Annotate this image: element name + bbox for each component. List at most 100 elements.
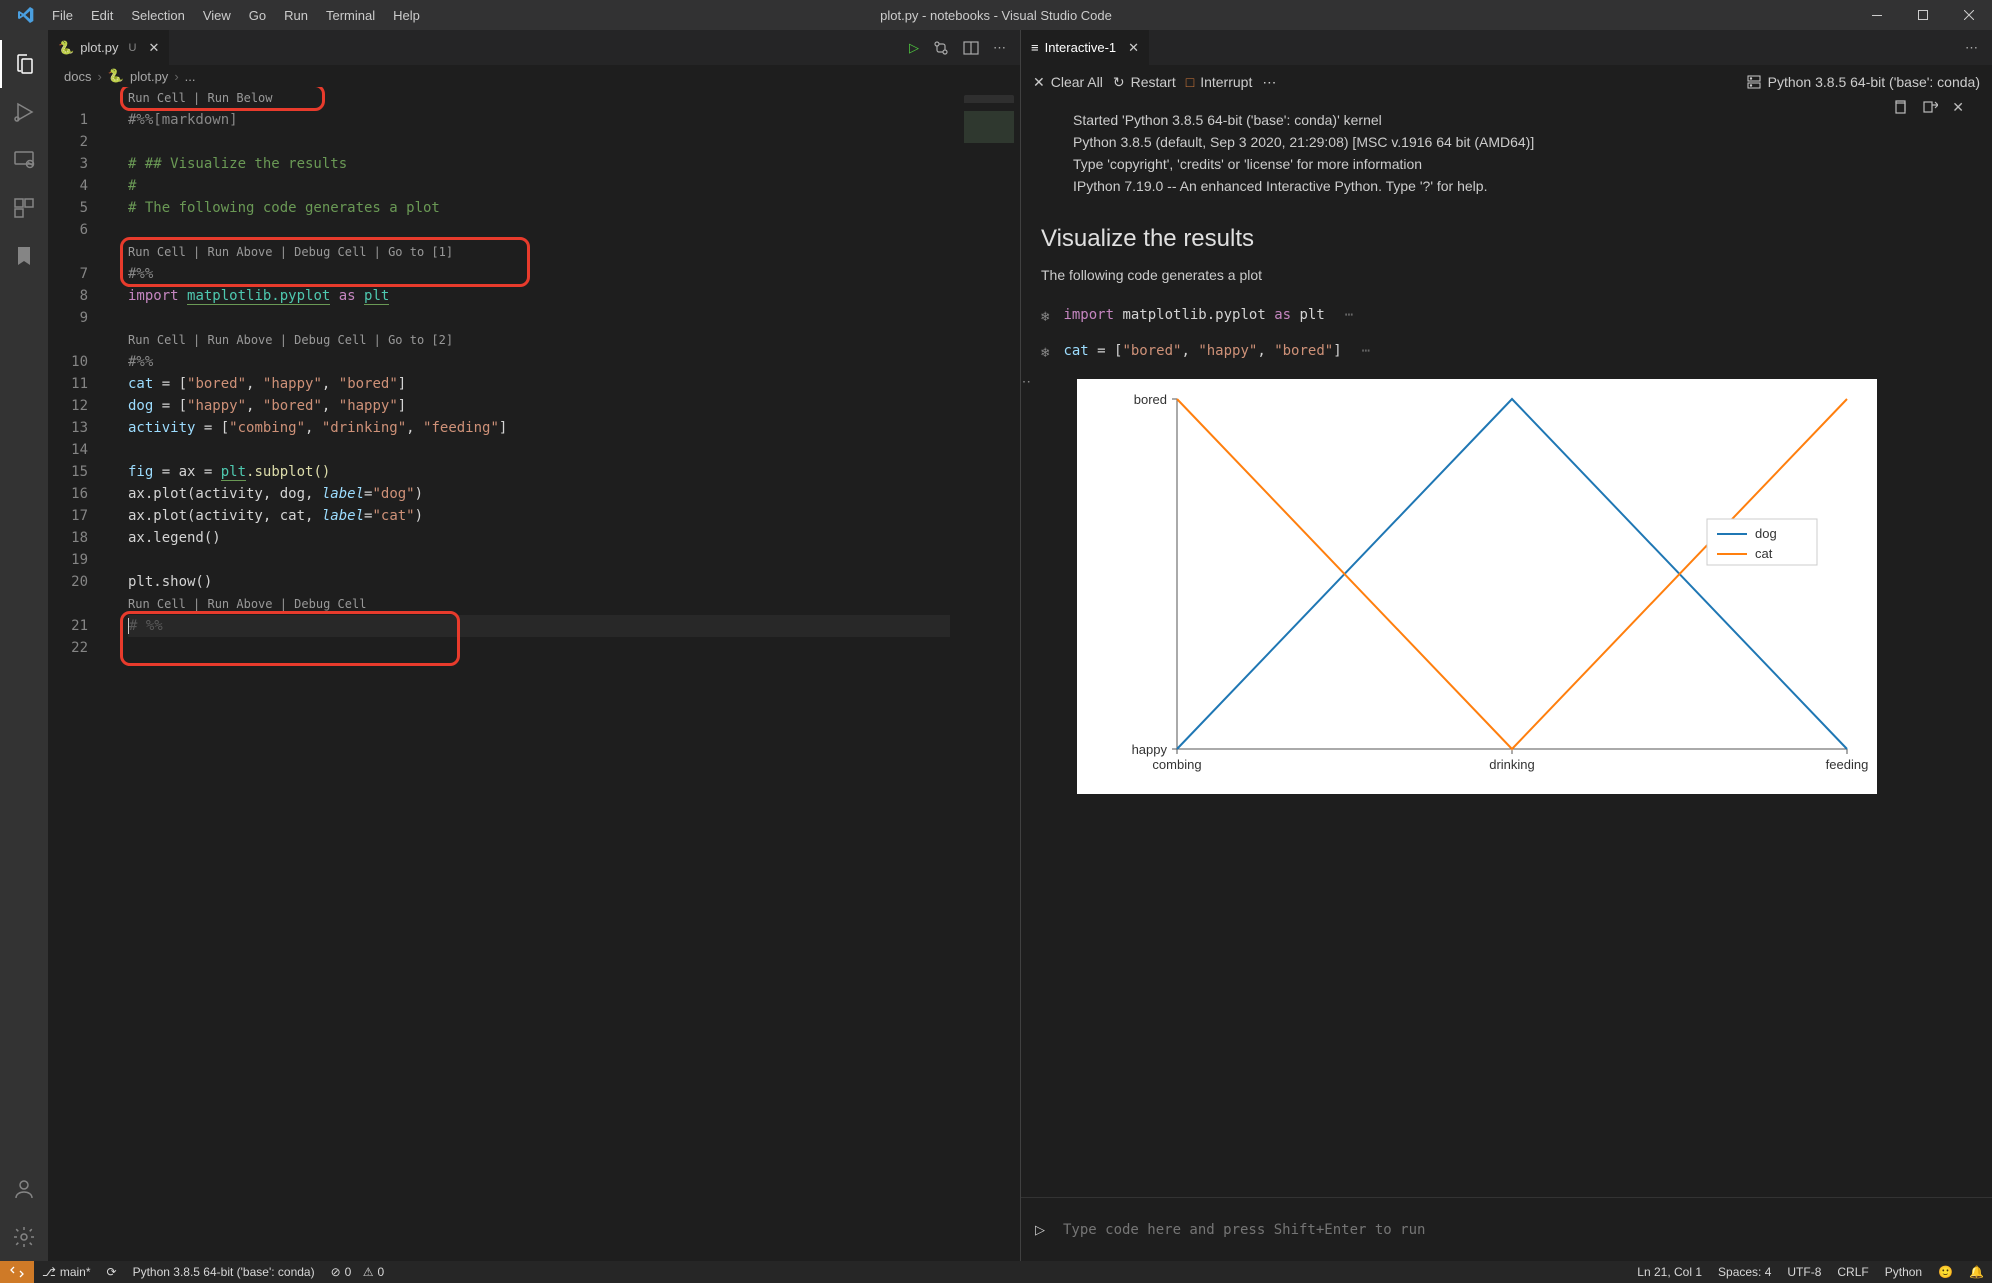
copy-icon[interactable] [1892,99,1908,116]
remote-indicator[interactable] [0,1261,34,1283]
minimize-button[interactable] [1854,0,1900,30]
codelens-run-cell-above-2[interactable]: Run Cell | Run Above | Debug Cell | Go t… [128,329,1020,351]
cursor-position[interactable]: Ln 21, Col 1 [1629,1265,1710,1279]
python-interpreter[interactable]: Python 3.8.5 64-bit ('base': conda) [125,1265,323,1279]
notifications-icon[interactable]: 🔔 [1961,1265,1992,1279]
code-cell-2: ❄ cat = ["bored", "happy", "bored"] ⋯ [1041,343,1972,361]
activity-bar [0,30,48,1261]
interactive-pane: ≡ Interactive-1 ✕ ⋯ ✕Clear All ↻Restart … [1020,30,1992,1261]
svg-text:combing: combing [1152,757,1201,772]
restart-button[interactable]: ↻Restart [1113,74,1176,91]
split-editor-icon[interactable] [963,40,979,56]
menu-view[interactable]: View [194,8,240,23]
compare-changes-icon[interactable] [933,40,949,56]
svg-text:feeding: feeding [1826,757,1869,772]
indentation[interactable]: Spaces: 4 [1710,1265,1779,1279]
close-button[interactable] [1946,0,1992,30]
close-icon[interactable]: ✕ [1952,99,1964,116]
more-actions-icon[interactable]: ⋯ [1965,40,1992,56]
cell-gear-icon[interactable]: ❄ [1041,345,1049,361]
window-title: plot.py - notebooks - Visual Studio Code [880,8,1112,23]
settings-gear-icon[interactable] [0,1213,48,1261]
sync-button[interactable]: ⟳ [99,1265,125,1279]
goto-icon[interactable] [1922,99,1938,116]
cell-more-icon[interactable]: ⋯ [1021,373,1033,390]
interactive-input-row: ▷ [1021,1197,1992,1261]
tab-modified-indicator: U [129,42,137,54]
encoding[interactable]: UTF-8 [1779,1265,1829,1279]
maximize-button[interactable] [1900,0,1946,30]
sync-icon: ⟳ [107,1265,117,1279]
minimap[interactable] [950,87,1020,1261]
code-cell-1: ❄ import matplotlib.pyplot as plt ⋯ [1041,307,1972,325]
menu-file[interactable]: File [43,8,82,23]
cell-gear-icon[interactable]: ❄ [1041,309,1049,325]
codelens-run-cell-above-3[interactable]: Run Cell | Run Above | Debug Cell [128,593,1020,615]
kernel-selector[interactable]: Python 3.8.5 64-bit ('base': conda) [1746,74,1980,90]
tab-label: Interactive-1 [1045,40,1117,55]
markdown-heading: Visualize the results [1041,225,1972,253]
more-icon[interactable]: ⋯ [1262,74,1276,91]
menu-edit[interactable]: Edit [82,8,122,23]
error-icon: ⊘ [331,1265,341,1279]
extensions-icon[interactable] [0,184,48,232]
tab-plot-py[interactable]: 🐍 plot.py U ✕ [48,30,169,65]
python-file-icon: 🐍 [58,40,74,56]
feedback-icon[interactable]: 🙂 [1930,1265,1961,1279]
plot-output: ⋯ boredhappycombingdrinkingfeedingdogcat [1041,379,1972,794]
tab-close-icon[interactable]: ✕ [1128,40,1139,56]
interactive-output[interactable]: ✕ Started 'Python 3.8.5 64-bit ('base': … [1021,99,1992,1197]
svg-text:dog: dog [1755,526,1777,541]
menu-bar: File Edit Selection View Go Run Terminal… [43,8,429,23]
run-debug-icon[interactable] [0,88,48,136]
tab-label: plot.py [80,40,118,55]
interrupt-button[interactable]: □Interrupt [1186,74,1253,90]
clear-all-button[interactable]: ✕Clear All [1033,74,1103,91]
breadcrumb-folder[interactable]: docs [64,69,91,84]
python-file-icon: 🐍 [108,68,124,84]
chevron-right-icon: › [97,69,101,84]
menu-help[interactable]: Help [384,8,429,23]
code-content[interactable]: Run Cell | Run Below #%%[markdown] # ## … [128,87,1020,659]
ellipsis-icon[interactable]: ⋯ [1362,343,1372,359]
menu-run[interactable]: Run [275,8,317,23]
run-input-icon[interactable]: ▷ [1035,1222,1045,1238]
interactive-icon: ≡ [1031,40,1039,55]
menu-go[interactable]: Go [240,8,275,23]
git-branch[interactable]: ⎇main* [34,1265,99,1279]
problems[interactable]: ⊘0 ⚠0 [323,1265,393,1279]
svg-text:bored: bored [1134,392,1167,407]
stop-icon: □ [1186,74,1194,90]
svg-text:drinking: drinking [1489,757,1535,772]
run-icon[interactable]: ▷ [909,40,919,56]
menu-terminal[interactable]: Terminal [317,8,384,23]
svg-text:cat: cat [1755,546,1773,561]
editor-tabs: 🐍 plot.py U ✕ ▷ ⋯ [48,30,1020,65]
explorer-icon[interactable] [0,40,48,88]
bookmark-icon[interactable] [0,232,48,280]
status-bar: ⎇main* ⟳ Python 3.8.5 64-bit ('base': co… [0,1261,1992,1283]
restart-icon: ↻ [1113,74,1125,91]
chevron-right-icon: › [174,69,178,84]
close-icon: ✕ [1033,74,1045,91]
eol[interactable]: CRLF [1829,1265,1876,1279]
codelens-run-cell-below[interactable]: Run Cell | Run Below [128,87,1020,109]
language-mode[interactable]: Python [1877,1265,1930,1279]
codelens-run-cell-above-1[interactable]: Run Cell | Run Above | Debug Cell | Go t… [128,241,1020,263]
interactive-toolbar: ✕Clear All ↻Restart □Interrupt ⋯ Python … [1021,65,1992,99]
breadcrumb-more[interactable]: ... [185,69,196,84]
breadcrumb-file[interactable]: plot.py [130,69,168,84]
account-icon[interactable] [0,1165,48,1213]
svg-text:happy: happy [1132,742,1168,757]
more-actions-icon[interactable]: ⋯ [993,40,1006,56]
tab-close-icon[interactable]: ✕ [148,40,159,56]
tab-interactive[interactable]: ≡ Interactive-1 ✕ [1021,30,1149,65]
ellipsis-icon[interactable]: ⋯ [1345,307,1355,323]
matplotlib-plot: bored happycombing drinking feeding dog cat [1077,379,1877,794]
menu-selection[interactable]: Selection [122,8,193,23]
remote-explorer-icon[interactable] [0,136,48,184]
warning-icon: ⚠ [363,1265,374,1279]
interactive-input[interactable] [1063,1222,1978,1238]
breadcrumb[interactable]: docs › 🐍 plot.py › ... [48,65,1020,87]
editor-body[interactable]: 1 2 3 4 5 6 7 8 9 10 11 12 13 14 15 [48,87,1020,1261]
